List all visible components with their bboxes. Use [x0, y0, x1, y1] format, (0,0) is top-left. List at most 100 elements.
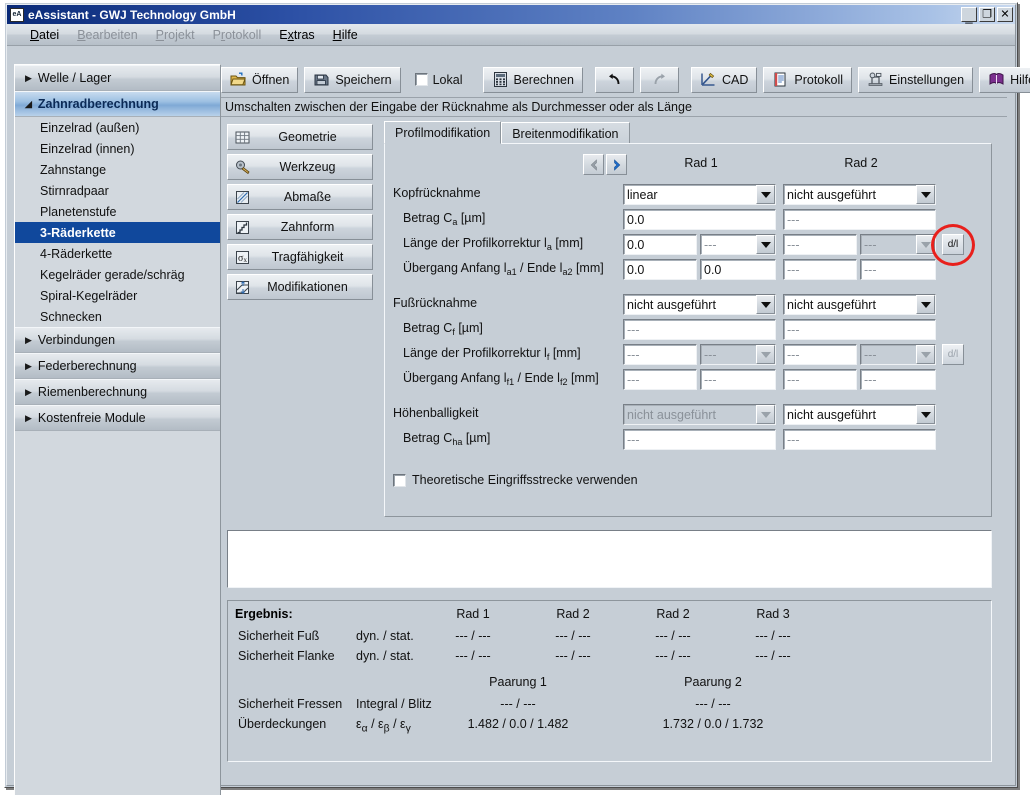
einstellungen-button[interactable]: Einstellungen — [858, 67, 973, 93]
sidebar-group-zahnradberechnung[interactable]: ◢ Zahnradberechnung — [15, 91, 220, 117]
laenge-lf-rad1-combo[interactable]: --- — [700, 344, 776, 365]
window-title: eAssistant - GWJ Technology GmbH — [28, 8, 961, 22]
uebergang-lf2-rad1-input[interactable]: --- — [700, 369, 776, 390]
main-window: eA eAssistant - GWJ Technology GmbH _ ❐ … — [4, 2, 1018, 788]
sidebar-group-welle-lager[interactable]: ▶ Welle / Lager — [15, 65, 220, 91]
uebergang-la1-rad1-input[interactable]: 0.0 — [623, 259, 697, 280]
tab-profilmodifikation[interactable]: Profilmodifikation — [384, 121, 501, 144]
betrag-cf-rad1-input[interactable]: --- — [623, 319, 776, 340]
hoehenballigkeit-rad1-combo[interactable]: nicht ausgeführt — [623, 404, 776, 425]
sidebar-item-stirnradpaar[interactable]: Stirnradpaar — [15, 180, 220, 201]
uebergang-lf1-rad2-input[interactable]: --- — [783, 369, 857, 390]
chevron-down-icon[interactable] — [756, 295, 775, 314]
redo-button[interactable] — [640, 67, 679, 93]
sidebar-item-einzelrad-innen[interactable]: Einzelrad (innen) — [15, 138, 220, 159]
fussruecknahme-rad1-combo[interactable]: nicht ausgeführt — [623, 294, 776, 315]
chevron-down-icon[interactable] — [756, 235, 775, 254]
sidebar-group-verbindungen[interactable]: ▶ Verbindungen — [15, 327, 220, 353]
input-value: 0.0 — [627, 263, 644, 277]
uebergang-lf1-rad1-input[interactable]: --- — [623, 369, 697, 390]
chevron-down-icon[interactable] — [916, 295, 935, 314]
chevron-down-icon[interactable] — [756, 345, 775, 364]
section-tragfaehigkeit[interactable]: σ x Tragfähigkeit — [227, 244, 373, 270]
laenge-lf-rad2-input[interactable]: --- — [783, 344, 857, 365]
maximize-button[interactable]: ❐ — [979, 7, 995, 22]
open-button[interactable]: Öffnen — [221, 67, 298, 93]
sidebar-item-label: Zahnstange — [40, 163, 106, 177]
sidebar-item-schnecken[interactable]: Schnecken — [15, 306, 220, 327]
dl-toggle-button-a[interactable]: d/l — [942, 234, 964, 255]
chevron-down-icon[interactable] — [916, 405, 935, 424]
sidebar-group-federberechnung[interactable]: ▶ Federberechnung — [15, 353, 220, 379]
hoehenballigkeit-rad2-combo[interactable]: nicht ausgeführt — [783, 404, 936, 425]
uebergang-la1-rad2-input[interactable]: --- — [783, 259, 857, 280]
row-label: Betrag Ca [µm] — [403, 211, 485, 227]
section-label: Zahnform — [251, 220, 372, 234]
laenge-la-rad1-combo[interactable]: --- — [700, 234, 776, 255]
betrag-cha-rad2-input[interactable]: --- — [783, 429, 936, 450]
fussruecknahme-rad2-combo[interactable]: nicht ausgeführt — [783, 294, 936, 315]
uebergang-la2-rad1-input[interactable]: 0.0 — [700, 259, 776, 280]
sidebar-group-kostenfreie-module[interactable]: ▶ Kostenfreie Module — [15, 405, 220, 431]
close-button[interactable]: ✕ — [997, 7, 1013, 22]
sidebar-item-einzelrad-aussen[interactable]: Einzelrad (außen) — [15, 117, 220, 138]
prev-wheel-button[interactable] — [583, 154, 604, 175]
betrag-cf-rad2-input[interactable]: --- — [783, 319, 936, 340]
tab-breitenmodifikation[interactable]: Breitenmodifikation — [501, 122, 629, 144]
section-geometrie[interactable]: Geometrie — [227, 124, 373, 150]
section-abmasse[interactable]: Abmaße — [227, 184, 373, 210]
sidebar-item-kegelraeder[interactable]: Kegelräder gerade/schräg — [15, 264, 220, 285]
sidebar-item-label: Einzelrad (innen) — [40, 142, 135, 156]
betrag-ca-rad1-input[interactable]: 0.0 — [623, 209, 776, 230]
cad-button[interactable]: CAD — [691, 67, 757, 93]
sidebar-item-label: Planetenstufe — [40, 205, 116, 219]
uebergang-lf2-rad2-input[interactable]: --- — [860, 369, 936, 390]
menu-bearbeiten[interactable]: Bearbeiten — [68, 26, 146, 44]
form-row-betrag-ca: Betrag Ca [µm] 0.0 --- — [385, 209, 991, 231]
window-inner: eA eAssistant - GWJ Technology GmbH _ ❐ … — [6, 4, 1016, 786]
tab-area: Profilmodifikation Breitenmodifikation — [384, 122, 992, 517]
laenge-la-rad2-input[interactable]: --- — [783, 234, 857, 255]
form-row-fussruecknahme: Fußrücknahme nicht ausgeführt nicht ausg… — [385, 294, 991, 316]
undo-button[interactable] — [595, 67, 634, 93]
menu-protokoll[interactable]: Protokoll — [204, 26, 271, 44]
chevron-down-icon[interactable] — [916, 235, 935, 254]
chevron-down-icon[interactable] — [916, 345, 935, 364]
chevron-down-icon[interactable] — [756, 185, 775, 204]
betrag-ca-rad2-input[interactable]: --- — [783, 209, 936, 230]
menu-datei[interactable]: Datei — [21, 26, 68, 44]
menu-hilfe[interactable]: Hilfe — [324, 26, 367, 44]
kopfruecknahme-rad1-combo[interactable]: linear — [623, 184, 776, 205]
sidebar-item-zahnstange[interactable]: Zahnstange — [15, 159, 220, 180]
chevron-down-icon[interactable] — [756, 405, 775, 424]
lokal-checkbox[interactable]: Lokal — [407, 67, 471, 93]
minimize-button[interactable]: _ — [961, 7, 977, 22]
uebergang-la2-rad2-input[interactable]: --- — [860, 259, 936, 280]
berechnen-button[interactable]: Berechnen — [483, 67, 583, 93]
sidebar-item-planetenstufe[interactable]: Planetenstufe — [15, 201, 220, 222]
hilfe-button[interactable]: Hilfe — [979, 67, 1030, 93]
protokoll-button[interactable]: Protokoll — [763, 67, 852, 93]
kopfruecknahme-rad2-combo[interactable]: nicht ausgeführt — [783, 184, 936, 205]
laenge-la-rad2-combo[interactable]: --- — [860, 234, 936, 255]
laenge-lf-rad1-input[interactable]: --- — [623, 344, 697, 365]
row-label: Fußrücknahme — [393, 296, 477, 310]
theoretische-eingriffsstrecke-checkbox[interactable]: Theoretische Eingriffsstrecke verwenden — [393, 473, 638, 487]
section-werkzeug[interactable]: Werkzeug — [227, 154, 373, 180]
betrag-cha-rad1-input[interactable]: --- — [623, 429, 776, 450]
section-zahnform[interactable]: Zahnform — [227, 214, 373, 240]
laenge-la-rad1-input[interactable]: 0.0 — [623, 234, 697, 255]
section-modifikationen[interactable]: Modifikationen — [227, 274, 373, 300]
sidebar-group-riemenberechnung[interactable]: ▶ Riemenberechnung — [15, 379, 220, 405]
sidebar-item-spiral-kegelraeder[interactable]: Spiral-Kegelräder — [15, 285, 220, 306]
menu-extras[interactable]: Extras — [270, 26, 323, 44]
svg-text:x: x — [244, 256, 248, 264]
menu-projekt[interactable]: Projekt — [147, 26, 204, 44]
sidebar-item-4-raederkette[interactable]: 4-Räderkette — [15, 243, 220, 264]
laenge-lf-rad2-combo[interactable]: --- — [860, 344, 936, 365]
chevron-down-icon[interactable] — [916, 185, 935, 204]
input-value: 0.0 — [627, 213, 644, 227]
dl-toggle-button-f[interactable]: d/l — [942, 344, 964, 365]
save-button[interactable]: Speichern — [304, 67, 400, 93]
sidebar-item-3-raederkette[interactable]: 3-Räderkette — [15, 222, 220, 243]
